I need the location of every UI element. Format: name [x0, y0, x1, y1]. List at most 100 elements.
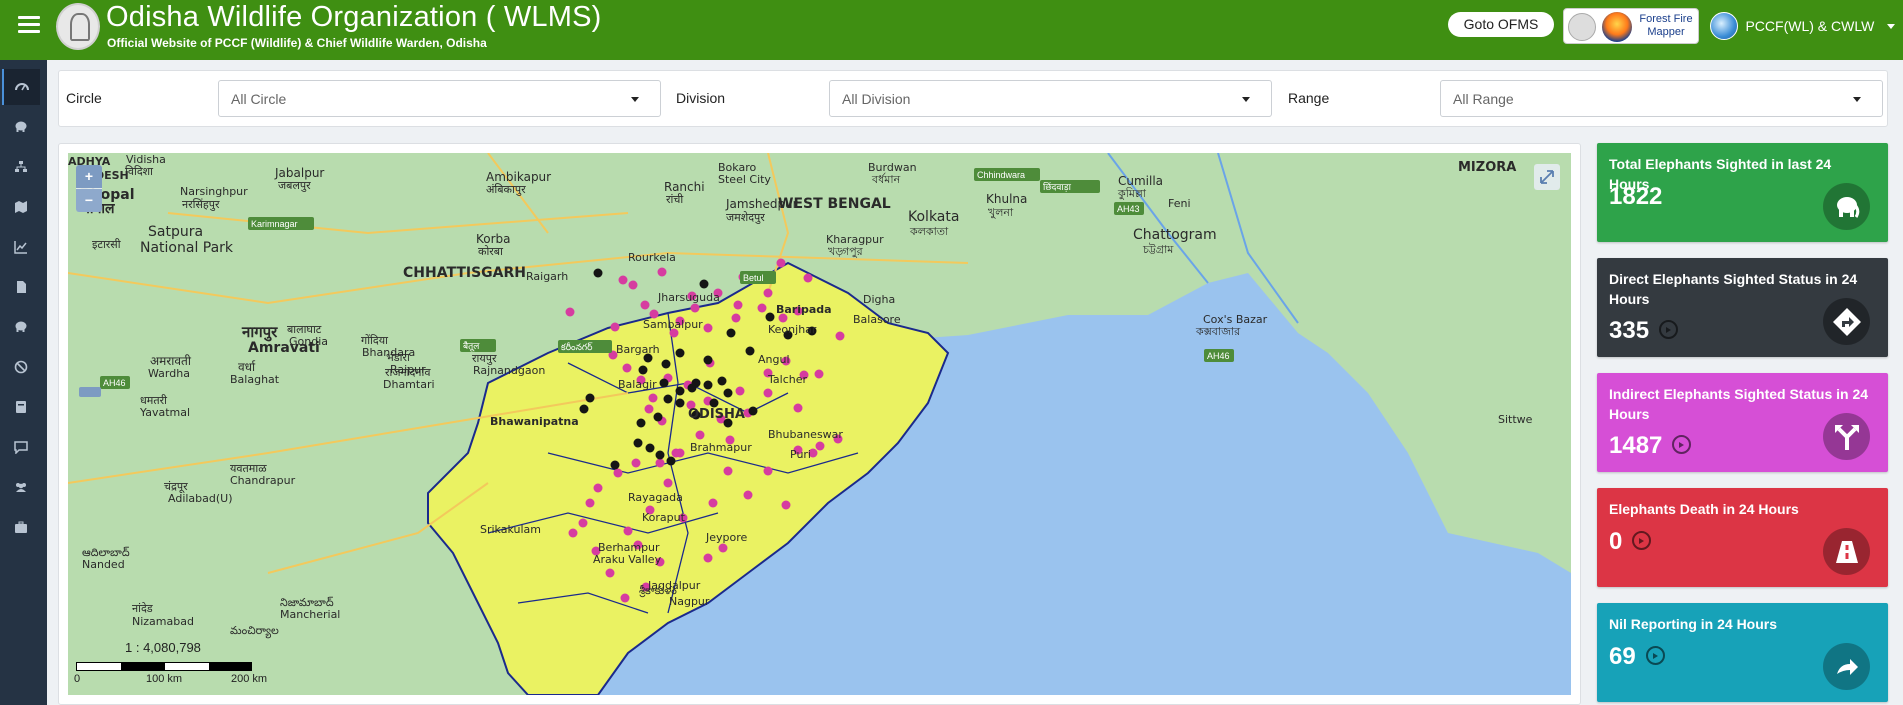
direct-sighting-marker[interactable] [745, 346, 755, 356]
indirect-sighting-marker[interactable] [743, 490, 753, 500]
direct-sighting-marker[interactable] [723, 388, 733, 398]
direct-sighting-marker[interactable] [717, 376, 727, 386]
indirect-sighting-marker[interactable] [657, 267, 667, 277]
direct-sighting-marker[interactable] [675, 348, 685, 358]
indirect-sighting-marker[interactable] [593, 483, 603, 493]
elephant-sighting-map[interactable]: ADHYARADESHVidishaविदिशाBhopalभोपालSatpu… [68, 153, 1571, 695]
sidebar-item-users[interactable] [2, 469, 40, 505]
direct-sighting-marker[interactable] [659, 378, 669, 388]
indirect-sighting-marker[interactable] [631, 458, 641, 468]
direct-sighting-marker[interactable] [663, 394, 673, 404]
sidebar-item-ban[interactable] [2, 349, 40, 385]
indirect-sighting-marker[interactable] [618, 275, 628, 285]
direct-sighting-marker[interactable] [661, 359, 671, 369]
direct-sighting-marker[interactable] [726, 328, 736, 338]
indirect-sighting-marker[interactable] [605, 568, 615, 578]
indirect-sighting-card[interactable]: Indirect Elephants Sighted Status in 24 … [1597, 373, 1888, 472]
indirect-sighting-marker[interactable] [708, 498, 718, 508]
direct-sighting-marker[interactable] [703, 355, 713, 365]
direct-sighting-marker[interactable] [691, 378, 701, 388]
indirect-sighting-marker[interactable] [835, 331, 845, 341]
direct-sighting-marker[interactable] [610, 460, 620, 470]
indirect-sighting-marker[interactable] [622, 363, 632, 373]
indirect-sighting-marker[interactable] [663, 478, 673, 488]
direct-sighting-marker[interactable] [748, 406, 758, 416]
indirect-sighting-marker[interactable] [723, 466, 733, 476]
hamburger-menu-icon[interactable] [18, 16, 40, 34]
direct-sighting-marker[interactable] [675, 386, 685, 396]
indirect-sighting-marker[interactable] [671, 448, 681, 458]
indirect-sighting-marker[interactable] [703, 323, 713, 333]
zoom-in-button[interactable]: + [76, 165, 102, 188]
sidebar-item-briefcase[interactable] [2, 509, 40, 545]
direct-sighting-marker[interactable] [579, 404, 589, 414]
indirect-sighting-marker[interactable] [763, 288, 773, 298]
indirect-sighting-marker[interactable] [655, 458, 665, 468]
indirect-sighting-marker[interactable] [803, 273, 813, 283]
indirect-sighting-marker[interactable] [781, 500, 791, 510]
arrow-circle-right-icon[interactable] [1645, 646, 1665, 666]
indirect-sighting-marker[interactable] [648, 393, 658, 403]
direct-sighting-marker[interactable] [655, 450, 665, 460]
arrow-circle-right-icon[interactable] [1659, 320, 1679, 340]
arrow-circle-right-icon[interactable] [1632, 531, 1652, 551]
zoom-slider-handle[interactable] [79, 387, 101, 397]
range-select[interactable]: All Range [1440, 80, 1883, 117]
indirect-sighting-marker[interactable] [644, 404, 654, 414]
indirect-sighting-marker[interactable] [814, 369, 824, 379]
nil-reporting-card[interactable]: Nil Reporting in 24 Hours 69 [1597, 603, 1888, 702]
indirect-sighting-marker[interactable] [763, 466, 773, 476]
sidebar-item-elephant[interactable] [2, 109, 40, 145]
elephant-death-card[interactable]: Elephants Death in 24 Hours 0 [1597, 488, 1888, 587]
direct-sighting-marker[interactable] [593, 268, 603, 278]
indirect-sighting-marker[interactable] [703, 553, 713, 563]
direct-sighting-marker[interactable] [645, 443, 655, 453]
direct-sighting-marker[interactable] [765, 312, 775, 322]
sidebar-item-reports[interactable] [2, 269, 40, 305]
direct-sighting-marker[interactable] [633, 438, 643, 448]
sidebar-item-book[interactable] [2, 389, 40, 425]
forest-fire-mapper-link[interactable]: Forest Fire Mapper [1563, 8, 1699, 44]
indirect-sighting-marker[interactable] [628, 280, 638, 290]
arrow-circle-right-icon[interactable] [1672, 435, 1692, 455]
indirect-sighting-marker[interactable] [613, 468, 623, 478]
direct-sighting-marker[interactable] [585, 393, 595, 403]
user-menu[interactable]: PCCF(WL) & CWLW [1710, 12, 1895, 40]
indirect-sighting-marker[interactable] [578, 518, 588, 528]
direct-sighting-marker[interactable] [699, 279, 709, 289]
indirect-sighting-marker[interactable] [620, 593, 630, 603]
indirect-sighting-marker[interactable] [690, 303, 700, 313]
indirect-sighting-marker[interactable] [718, 543, 728, 553]
indirect-sighting-marker[interactable] [815, 441, 825, 451]
direct-sighting-marker[interactable] [636, 418, 646, 428]
indirect-sighting-marker[interactable] [733, 300, 743, 310]
total-elephants-card[interactable]: Total Elephants Sighted in last 24 Hours… [1597, 143, 1888, 242]
indirect-sighting-marker[interactable] [793, 403, 803, 413]
direct-sighting-marker[interactable] [638, 365, 648, 375]
direct-sighting-marker[interactable] [675, 398, 685, 408]
fullscreen-expand-icon[interactable] [1534, 164, 1560, 190]
indirect-sighting-marker[interactable] [776, 258, 786, 268]
goto-ofms-button[interactable]: Goto OFMS [1448, 12, 1554, 37]
indirect-sighting-marker[interactable] [640, 300, 650, 310]
sidebar-item-elephant-2[interactable] [2, 309, 40, 345]
indirect-sighting-marker[interactable] [695, 430, 705, 440]
sidebar-item-dashboard[interactable] [2, 69, 40, 105]
sidebar-item-map[interactable] [2, 189, 40, 225]
indirect-sighting-marker[interactable] [757, 303, 767, 313]
circle-select[interactable]: All Circle [218, 80, 661, 117]
division-select[interactable]: All Division [829, 80, 1272, 117]
direct-sighting-marker[interactable] [653, 412, 663, 422]
direct-sighting-card[interactable]: Direct Elephants Sighted Status in 24 Ho… [1597, 258, 1888, 357]
indirect-sighting-marker[interactable] [585, 498, 595, 508]
indirect-sighting-marker[interactable] [623, 526, 633, 536]
sidebar-item-sitemap[interactable] [2, 149, 40, 185]
indirect-sighting-marker[interactable] [568, 528, 578, 538]
direct-sighting-marker[interactable] [666, 456, 676, 466]
indirect-sighting-marker[interactable] [735, 386, 745, 396]
indirect-sighting-marker[interactable] [565, 307, 575, 317]
indirect-sighting-marker[interactable] [763, 388, 773, 398]
indirect-sighting-marker[interactable] [610, 322, 620, 332]
direct-sighting-marker[interactable] [703, 380, 713, 390]
sidebar-item-charts[interactable] [2, 229, 40, 265]
